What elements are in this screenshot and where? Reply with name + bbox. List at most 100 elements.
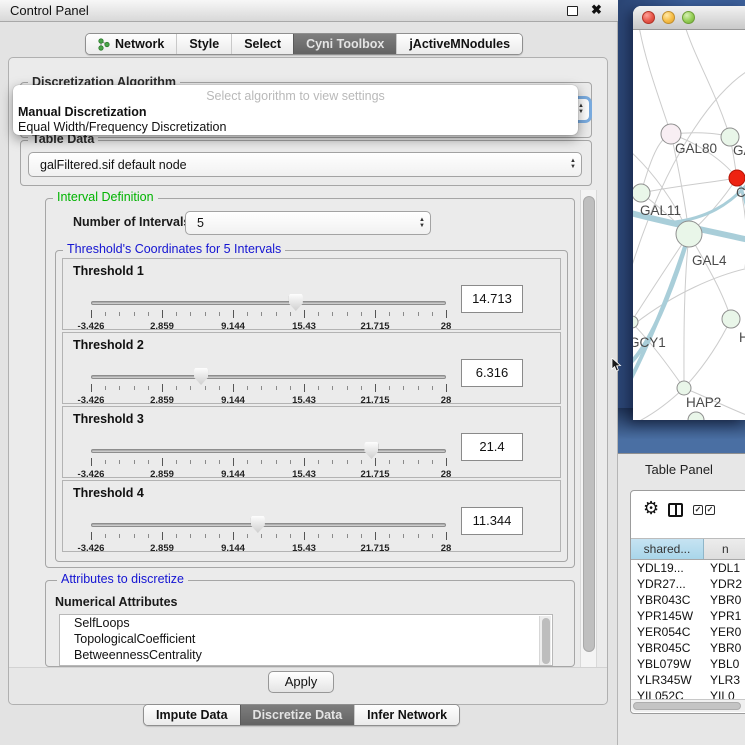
checkbox-icon[interactable]: ✓ bbox=[693, 505, 703, 515]
network-node-green[interactable] bbox=[676, 221, 702, 247]
table-row[interactable]: YLR345WYLR3 bbox=[631, 672, 745, 688]
table-row[interactable]: YBR043CYBR0 bbox=[631, 592, 745, 608]
numerical-attributes-list[interactable]: SelfLoopsTopologicalCoefficientBetweenne… bbox=[59, 614, 553, 666]
panel-scrollbar-thumb[interactable] bbox=[583, 196, 595, 652]
slider-handle[interactable] bbox=[289, 294, 303, 311]
threshold-value-field[interactable]: 21.4 bbox=[461, 433, 523, 461]
table-cell-shared-name[interactable]: YER054C bbox=[631, 624, 704, 640]
tick-label: 2.859 bbox=[150, 395, 174, 406]
threshold-value-field[interactable]: 6.316 bbox=[461, 359, 523, 387]
list-scrollbar-thumb[interactable] bbox=[542, 618, 550, 664]
table-row[interactable]: YBL079WYBL0 bbox=[631, 656, 745, 672]
tab-style[interactable]: Style bbox=[176, 34, 231, 54]
float-window-icon[interactable] bbox=[567, 6, 578, 16]
table-cell-name[interactable]: YPR1 bbox=[704, 608, 745, 624]
network-canvas[interactable]: GAL80GACGAL11GAL4GCY1HHAP2 bbox=[633, 30, 745, 420]
slider-handle[interactable] bbox=[251, 516, 265, 533]
tab-network[interactable]: Network bbox=[86, 34, 176, 54]
table-row[interactable]: YER054CYER0 bbox=[631, 624, 745, 640]
slider-handle[interactable] bbox=[194, 368, 208, 385]
attribute-list-item[interactable]: TopologicalCoefficient bbox=[60, 631, 552, 647]
attribute-list-item[interactable]: BetweennessCentrality bbox=[60, 647, 552, 663]
network-edge-thick[interactable] bbox=[675, 182, 745, 222]
table-cell-name[interactable]: YBR0 bbox=[704, 640, 745, 656]
table-data-select[interactable]: galFiltered.sif default node ▲▼ bbox=[28, 152, 582, 177]
table-row[interactable]: YIL052CYIL0 bbox=[631, 688, 745, 699]
table-row[interactable]: YDL19...YDL1 bbox=[631, 560, 745, 576]
tab-impute-data[interactable]: Impute Data bbox=[144, 705, 240, 725]
network-edge[interactable] bbox=[633, 70, 745, 282]
network-edge[interactable] bbox=[689, 234, 731, 319]
table-cell-shared-name[interactable]: YPR145W bbox=[631, 608, 704, 624]
popup-item-equal-width-frequency-discretization[interactable]: Equal Width/Frequency Discretization bbox=[18, 120, 226, 135]
network-edge[interactable] bbox=[639, 30, 671, 134]
popup-item-manual-discretization[interactable]: Manual Discretization bbox=[18, 105, 147, 120]
network-edge[interactable] bbox=[684, 319, 731, 388]
table-row[interactable]: YDR27...YDR2 bbox=[631, 576, 745, 592]
network-node-green[interactable] bbox=[688, 412, 704, 420]
table-cell-shared-name[interactable]: YIL052C bbox=[631, 688, 704, 699]
network-node-green[interactable] bbox=[677, 381, 691, 395]
close-panel-icon[interactable]: ✖ bbox=[591, 2, 602, 18]
tab-select[interactable]: Select bbox=[231, 34, 293, 54]
attribute-list-item[interactable]: SelfLoops bbox=[60, 615, 552, 631]
table-cell-shared-name[interactable]: YDR27... bbox=[631, 576, 704, 592]
table-cell-shared-name[interactable]: YBL079W bbox=[631, 656, 704, 672]
threshold-slider[interactable]: -3.4262.8599.14415.4321.71528 bbox=[91, 293, 446, 331]
window-zoom-button[interactable] bbox=[682, 11, 695, 24]
table-cell-name[interactable]: YER0 bbox=[704, 624, 745, 640]
network-edge[interactable] bbox=[641, 178, 737, 193]
tick-mark bbox=[332, 534, 333, 538]
slider-handle[interactable] bbox=[364, 442, 378, 459]
table-columns-icon[interactable] bbox=[668, 503, 683, 517]
column-header-shared-name[interactable]: shared... bbox=[631, 539, 704, 559]
table-row[interactable]: YPR145WYPR1 bbox=[631, 608, 745, 624]
window-close-button[interactable] bbox=[642, 11, 655, 24]
tab-jactivemnodules[interactable]: jActiveMNodules bbox=[396, 34, 522, 54]
bottom-tab-bar: Impute DataDiscretize DataInfer Network bbox=[143, 704, 460, 726]
tab-cyni-toolbox[interactable]: Cyni Toolbox bbox=[293, 34, 396, 54]
table-scrollbar-thumb[interactable] bbox=[633, 702, 741, 710]
threshold-value-field[interactable]: 14.713 bbox=[461, 285, 523, 313]
table-cell-name[interactable]: YDL1 bbox=[704, 560, 745, 576]
tab-label: Select bbox=[244, 34, 281, 54]
network-edge[interactable] bbox=[684, 234, 689, 388]
network-edge[interactable] bbox=[633, 388, 684, 420]
table-cell-name[interactable]: YBR0 bbox=[704, 592, 745, 608]
table-horizontal-scrollbar[interactable] bbox=[631, 699, 745, 712]
threshold-slider[interactable]: -3.4262.8599.14415.4321.71528 bbox=[91, 515, 446, 553]
tick-label: -3.426 bbox=[78, 543, 105, 554]
tick-mark bbox=[261, 534, 262, 538]
table-cell-name[interactable]: YIL0 bbox=[704, 688, 745, 699]
network-node-green[interactable] bbox=[633, 184, 650, 202]
tab-infer-network[interactable]: Infer Network bbox=[354, 705, 459, 725]
table-cell-name[interactable]: YLR3 bbox=[704, 672, 745, 688]
threshold-slider[interactable]: -3.4262.8599.14415.4321.71528 bbox=[91, 367, 446, 405]
table-cell-shared-name[interactable]: YDL19... bbox=[631, 560, 704, 576]
table-select-icons[interactable]: ✓ ✓ bbox=[693, 505, 715, 515]
table-row[interactable]: YBR045CYBR0 bbox=[631, 640, 745, 656]
panel-scrollbar[interactable] bbox=[580, 190, 597, 667]
table-cell-name[interactable]: YDR2 bbox=[704, 576, 745, 592]
tab-discretize-data[interactable]: Discretize Data bbox=[240, 705, 355, 725]
table-cell-shared-name[interactable]: YLR345W bbox=[631, 672, 704, 688]
tick-label: 15.43 bbox=[292, 543, 316, 554]
table-settings-gear-icon[interactable]: ⚙ bbox=[643, 499, 659, 517]
table-cell-shared-name[interactable]: YBR045C bbox=[631, 640, 704, 656]
window-minimize-button[interactable] bbox=[662, 11, 675, 24]
apply-button[interactable]: Apply bbox=[268, 671, 334, 693]
threshold-slider[interactable]: -3.4262.8599.14415.4321.71528 bbox=[91, 441, 446, 479]
threshold-value-field[interactable]: 11.344 bbox=[461, 507, 523, 535]
table-cell-shared-name[interactable]: YBR043C bbox=[631, 592, 704, 608]
network-node-green[interactable] bbox=[722, 310, 740, 328]
network-edge[interactable] bbox=[685, 30, 730, 137]
network-window-titlebar[interactable] bbox=[633, 6, 745, 30]
network-node-red[interactable] bbox=[729, 170, 745, 186]
threshold-panel-threshold-3: Threshold 3-3.4262.8599.14415.4321.71528… bbox=[62, 406, 561, 478]
column-header-name[interactable]: n bbox=[704, 539, 745, 559]
table-cell-name[interactable]: YBL0 bbox=[704, 656, 745, 672]
checkbox-icon[interactable]: ✓ bbox=[705, 505, 715, 515]
number-of-intervals-select[interactable]: 5 ▲▼ bbox=[185, 211, 431, 235]
list-scrollbar[interactable] bbox=[539, 616, 551, 666]
network-node-green[interactable] bbox=[633, 316, 638, 328]
